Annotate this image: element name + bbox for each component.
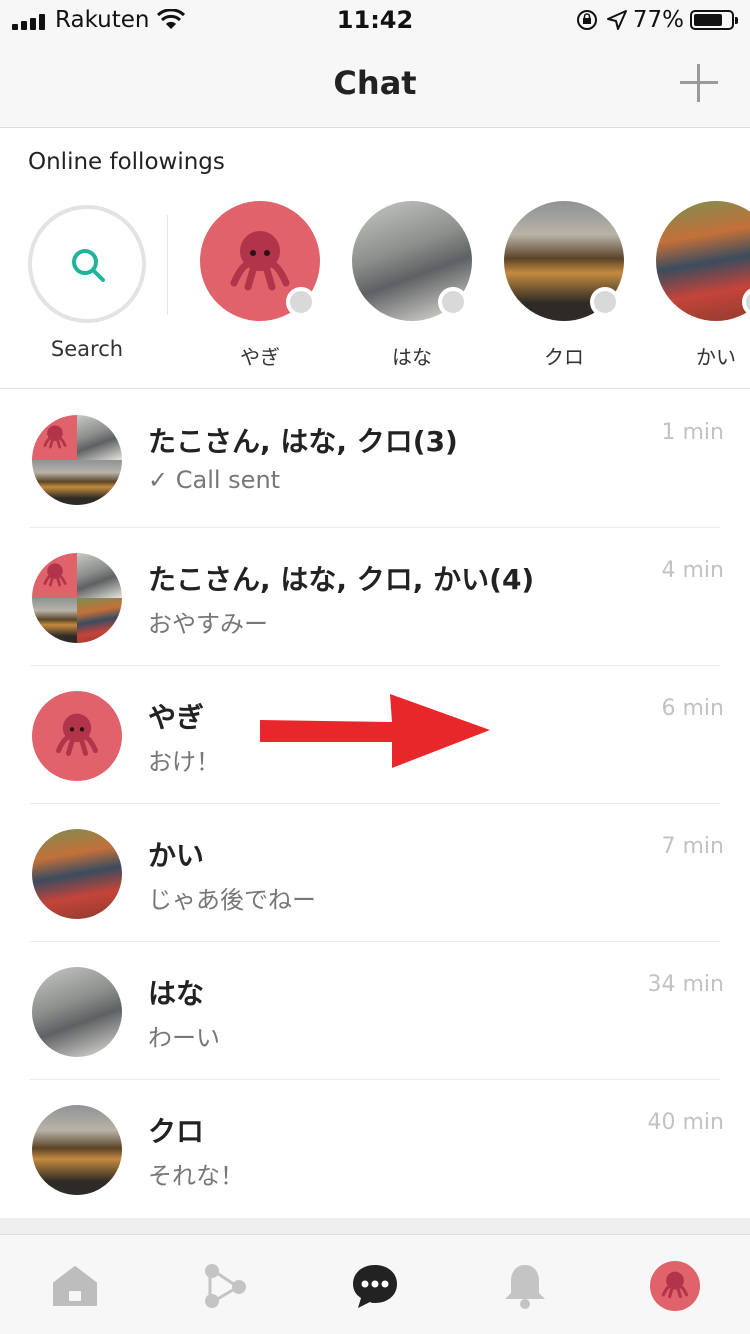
following-name: はな <box>392 345 432 369</box>
chat-name: クロ <box>148 1115 205 1148</box>
chat-row-hana[interactable]: はな わーい 34 min <box>0 942 750 1080</box>
chat-time: 7 min <box>661 834 724 859</box>
page-title: Chat <box>333 64 417 102</box>
chat-time: 1 min <box>661 420 724 445</box>
octopus-icon <box>43 563 67 587</box>
avatar <box>32 829 122 919</box>
list-footer-band <box>0 1218 750 1234</box>
group-avatar <box>32 553 122 643</box>
search-button[interactable] <box>28 205 146 323</box>
navigation-bar: Chat <box>0 40 750 128</box>
chat-last-message: ✓ Call sent <box>148 466 281 494</box>
chat-list: たこさん, はな, クロ(3) ✓ Call sent 1 min たこさん, … <box>0 390 750 1218</box>
online-followings-section: Online followings Search やぎ はな クロ かい <box>0 129 750 389</box>
online-status-dot <box>590 287 620 317</box>
connections-icon[interactable] <box>200 1261 250 1311</box>
chat-last-message: おけ！ <box>148 748 220 776</box>
red-arrow-annotation <box>260 694 490 768</box>
battery-percent: 77% <box>632 7 684 33</box>
avatar <box>32 691 122 781</box>
avatar <box>32 1105 122 1195</box>
following-kai[interactable]: かい <box>656 201 750 371</box>
octopus-icon <box>230 231 290 291</box>
section-heading: Online followings <box>28 149 225 175</box>
following-hana[interactable]: はな <box>352 201 472 371</box>
octopus-icon <box>56 713 98 756</box>
chat-time: 40 min <box>647 1110 724 1135</box>
online-status-dot <box>438 287 468 317</box>
chat-row-group-3[interactable]: たこさん, はな, クロ(3) ✓ Call sent 1 min <box>0 390 750 528</box>
location-icon <box>607 10 627 30</box>
chat-row-kuro[interactable]: クロ それな！ 40 min <box>0 1080 750 1218</box>
home-icon[interactable] <box>50 1261 100 1311</box>
chat-name: やぎ <box>148 701 205 734</box>
following-name: かい <box>696 345 736 369</box>
chat-time: 6 min <box>661 696 724 721</box>
chat-last-message: それな！ <box>148 1162 244 1190</box>
rotation-lock-icon <box>577 10 597 30</box>
octopus-icon <box>661 1271 689 1299</box>
following-name: クロ <box>544 345 584 369</box>
group-avatar <box>32 415 122 505</box>
tab-bar <box>0 1234 750 1334</box>
profile-avatar[interactable] <box>650 1261 700 1311</box>
chat-last-message: おやすみー <box>148 610 268 638</box>
chat-name: たこさん, はな, クロ(3) <box>148 425 458 458</box>
chat-name: はな <box>148 977 205 1010</box>
chat-name: たこさん, はな, クロ, かい(4) <box>148 563 535 596</box>
following-kuro[interactable]: クロ <box>504 201 624 371</box>
chat-time: 4 min <box>661 558 724 583</box>
avatar <box>32 967 122 1057</box>
status-bar: Rakuten 11:42 77% <box>0 0 750 40</box>
plus-icon[interactable] <box>680 64 718 102</box>
chat-last-message: じゃあ後でねー <box>148 886 316 914</box>
chat-time: 34 min <box>647 972 724 997</box>
avatar <box>656 201 750 321</box>
bell-icon[interactable] <box>500 1261 550 1311</box>
chat-name: かい <box>148 839 205 872</box>
online-status-dot <box>286 287 316 317</box>
divider <box>167 215 168 315</box>
chat-row-group-4[interactable]: たこさん, はな, クロ, かい(4) おやすみー 4 min <box>0 528 750 666</box>
search-icon <box>72 249 105 282</box>
battery-icon <box>690 10 738 30</box>
search-label: Search <box>50 337 124 361</box>
chat-row-kai[interactable]: かい じゃあ後でねー 7 min <box>0 804 750 942</box>
chat-last-message: わーい <box>148 1024 220 1052</box>
chat-icon[interactable] <box>350 1261 400 1311</box>
octopus-icon <box>43 425 67 449</box>
following-yagi[interactable]: やぎ <box>200 201 320 371</box>
following-name: やぎ <box>240 345 280 369</box>
